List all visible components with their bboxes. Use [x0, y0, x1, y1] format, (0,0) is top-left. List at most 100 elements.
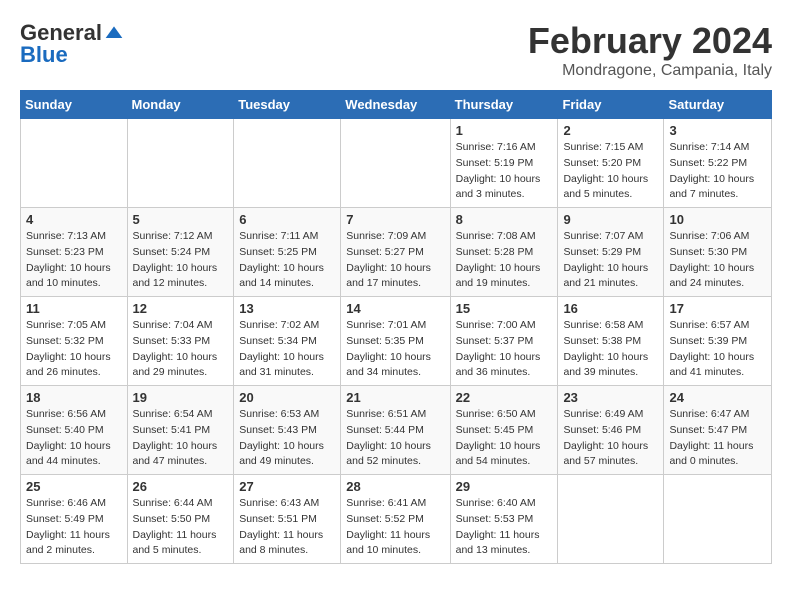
- day-info-line: Sunset: 5:43 PM: [239, 423, 335, 439]
- day-info-line: Sunrise: 6:51 AM: [346, 407, 444, 423]
- day-info-line: and 54 minutes.: [456, 454, 553, 470]
- calendar-cell: 15Sunrise: 7:00 AMSunset: 5:37 PMDayligh…: [450, 297, 558, 386]
- day-info-line: Daylight: 10 hours: [456, 172, 553, 188]
- day-info-line: Sunset: 5:45 PM: [456, 423, 553, 439]
- day-number: 4: [26, 212, 122, 227]
- day-info-line: Sunrise: 7:12 AM: [133, 229, 229, 245]
- day-info-line: Sunset: 5:49 PM: [26, 512, 122, 528]
- day-info-line: Sunrise: 6:53 AM: [239, 407, 335, 423]
- day-number: 26: [133, 479, 229, 494]
- day-info-line: Sunset: 5:23 PM: [26, 245, 122, 261]
- calendar-cell: 4Sunrise: 7:13 AMSunset: 5:23 PMDaylight…: [21, 208, 128, 297]
- day-info-line: Daylight: 10 hours: [669, 172, 766, 188]
- day-info-line: Sunset: 5:39 PM: [669, 334, 766, 350]
- calendar-cell: 6Sunrise: 7:11 AMSunset: 5:25 PMDaylight…: [234, 208, 341, 297]
- day-info-line: and 3 minutes.: [456, 187, 553, 203]
- day-info-line: Sunset: 5:47 PM: [669, 423, 766, 439]
- day-info-line: and 5 minutes.: [133, 543, 229, 559]
- day-info-line: Sunrise: 6:54 AM: [133, 407, 229, 423]
- calendar-cell: 19Sunrise: 6:54 AMSunset: 5:41 PMDayligh…: [127, 386, 234, 475]
- day-number: 2: [563, 123, 658, 138]
- calendar-week-2: 4Sunrise: 7:13 AMSunset: 5:23 PMDaylight…: [21, 208, 772, 297]
- day-info-line: Daylight: 10 hours: [456, 261, 553, 277]
- day-info-line: Sunset: 5:44 PM: [346, 423, 444, 439]
- day-number: 7: [346, 212, 444, 227]
- day-info-line: Daylight: 10 hours: [26, 439, 122, 455]
- day-info-line: Sunset: 5:50 PM: [133, 512, 229, 528]
- day-info-line: Daylight: 10 hours: [563, 350, 658, 366]
- day-number: 17: [669, 301, 766, 316]
- day-info-line: Daylight: 10 hours: [563, 439, 658, 455]
- day-number: 21: [346, 390, 444, 405]
- day-info-line: Sunset: 5:20 PM: [563, 156, 658, 172]
- day-info-line: and 21 minutes.: [563, 276, 658, 292]
- day-number: 23: [563, 390, 658, 405]
- day-info-line: Sunrise: 7:14 AM: [669, 140, 766, 156]
- day-info-line: Daylight: 10 hours: [239, 261, 335, 277]
- day-info-line: Sunset: 5:22 PM: [669, 156, 766, 172]
- day-info-line: and 57 minutes.: [563, 454, 658, 470]
- day-info-line: Daylight: 10 hours: [239, 350, 335, 366]
- page-header: General Blue February 2024 Mondragone, C…: [20, 20, 772, 80]
- day-info-line: Sunset: 5:35 PM: [346, 334, 444, 350]
- day-info-line: Sunrise: 6:58 AM: [563, 318, 658, 334]
- calendar-cell: 10Sunrise: 7:06 AMSunset: 5:30 PMDayligh…: [664, 208, 772, 297]
- calendar-cell: 12Sunrise: 7:04 AMSunset: 5:33 PMDayligh…: [127, 297, 234, 386]
- day-info-line: Sunrise: 6:41 AM: [346, 496, 444, 512]
- day-info-line: Sunset: 5:28 PM: [456, 245, 553, 261]
- calendar-cell: 1Sunrise: 7:16 AMSunset: 5:19 PMDaylight…: [450, 119, 558, 208]
- day-number: 16: [563, 301, 658, 316]
- day-info-line: Sunset: 5:53 PM: [456, 512, 553, 528]
- calendar-cell: 7Sunrise: 7:09 AMSunset: 5:27 PMDaylight…: [341, 208, 450, 297]
- day-number: 3: [669, 123, 766, 138]
- day-info-line: Sunset: 5:30 PM: [669, 245, 766, 261]
- day-number: 13: [239, 301, 335, 316]
- day-info-line: Daylight: 10 hours: [346, 439, 444, 455]
- day-number: 12: [133, 301, 229, 316]
- calendar-cell: 9Sunrise: 7:07 AMSunset: 5:29 PMDaylight…: [558, 208, 664, 297]
- calendar-cell: 5Sunrise: 7:12 AMSunset: 5:24 PMDaylight…: [127, 208, 234, 297]
- day-number: 19: [133, 390, 229, 405]
- day-info-line: Sunrise: 6:43 AM: [239, 496, 335, 512]
- day-info-line: and 29 minutes.: [133, 365, 229, 381]
- weekday-header-wednesday: Wednesday: [341, 91, 450, 119]
- day-info-line: and 8 minutes.: [239, 543, 335, 559]
- day-info-line: Sunset: 5:37 PM: [456, 334, 553, 350]
- day-info-line: Sunset: 5:40 PM: [26, 423, 122, 439]
- day-info-line: Sunrise: 7:16 AM: [456, 140, 553, 156]
- day-info-line: and 49 minutes.: [239, 454, 335, 470]
- day-info-line: Daylight: 10 hours: [133, 350, 229, 366]
- day-info-line: Daylight: 10 hours: [239, 439, 335, 455]
- day-info-line: Daylight: 10 hours: [346, 261, 444, 277]
- day-info-line: Sunrise: 7:02 AM: [239, 318, 335, 334]
- logo: General Blue: [20, 20, 124, 68]
- month-title: February 2024: [528, 20, 772, 62]
- day-number: 15: [456, 301, 553, 316]
- day-info-line: Daylight: 10 hours: [669, 261, 766, 277]
- day-info-line: Sunset: 5:19 PM: [456, 156, 553, 172]
- day-number: 28: [346, 479, 444, 494]
- day-info-line: Sunset: 5:29 PM: [563, 245, 658, 261]
- day-number: 20: [239, 390, 335, 405]
- day-info-line: Daylight: 10 hours: [563, 261, 658, 277]
- calendar-cell: 27Sunrise: 6:43 AMSunset: 5:51 PMDayligh…: [234, 475, 341, 564]
- day-info-line: and 12 minutes.: [133, 276, 229, 292]
- day-info-line: and 39 minutes.: [563, 365, 658, 381]
- day-info-line: Sunrise: 6:57 AM: [669, 318, 766, 334]
- day-info-line: Sunset: 5:38 PM: [563, 334, 658, 350]
- day-info-line: Daylight: 10 hours: [346, 350, 444, 366]
- calendar-cell: 13Sunrise: 7:02 AMSunset: 5:34 PMDayligh…: [234, 297, 341, 386]
- day-info-line: and 0 minutes.: [669, 454, 766, 470]
- day-info-line: and 19 minutes.: [456, 276, 553, 292]
- day-info-line: Sunrise: 7:07 AM: [563, 229, 658, 245]
- day-info-line: Sunrise: 7:06 AM: [669, 229, 766, 245]
- weekday-header-saturday: Saturday: [664, 91, 772, 119]
- calendar-week-1: 1Sunrise: 7:16 AMSunset: 5:19 PMDaylight…: [21, 119, 772, 208]
- day-info-line: Sunrise: 7:01 AM: [346, 318, 444, 334]
- day-number: 5: [133, 212, 229, 227]
- day-info-line: Sunrise: 6:49 AM: [563, 407, 658, 423]
- day-info-line: Sunset: 5:51 PM: [239, 512, 335, 528]
- calendar-cell: 3 Sunrise: 7:14 AMSunset: 5:22 PMDaylight…: [664, 119, 772, 208]
- day-info-line: Sunrise: 7:11 AM: [239, 229, 335, 245]
- calendar-cell: 11Sunrise: 7:05 AMSunset: 5:32 PMDayligh…: [21, 297, 128, 386]
